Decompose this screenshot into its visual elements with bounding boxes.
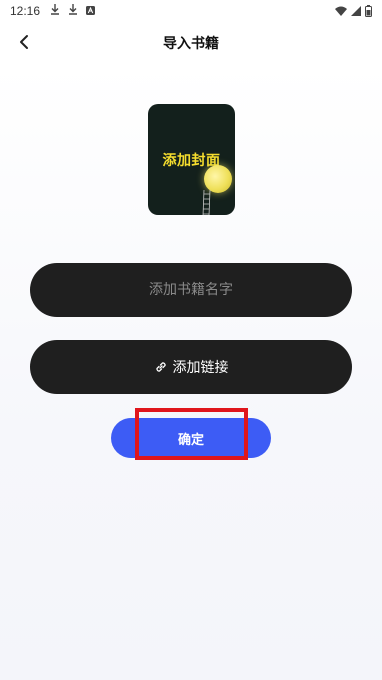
signal-icon [351, 6, 361, 16]
page-title: 导入书籍 [163, 36, 219, 52]
download-icon [50, 4, 60, 18]
moon-illustration [204, 165, 232, 193]
wifi-icon [335, 6, 347, 16]
font-icon [86, 5, 96, 18]
link-icon [154, 360, 168, 374]
book-name-field[interactable] [30, 263, 352, 317]
battery-icon [365, 5, 372, 17]
status-bar: 12:16 [0, 0, 382, 22]
add-cover-button[interactable]: 添加封面 [148, 104, 235, 215]
add-link-button[interactable]: 添加链接 [30, 340, 352, 394]
add-link-label: 添加链接 [172, 360, 229, 376]
chevron-left-icon[interactable] [14, 32, 34, 52]
book-name-input[interactable] [30, 263, 352, 317]
download-icon [68, 4, 78, 18]
app-header: 导入书籍 [0, 22, 382, 64]
ladder-illustration [202, 190, 211, 215]
confirm-label: 确定 [177, 432, 204, 448]
confirm-button[interactable]: 确定 [111, 418, 271, 458]
status-time: 12:16 [10, 4, 41, 18]
